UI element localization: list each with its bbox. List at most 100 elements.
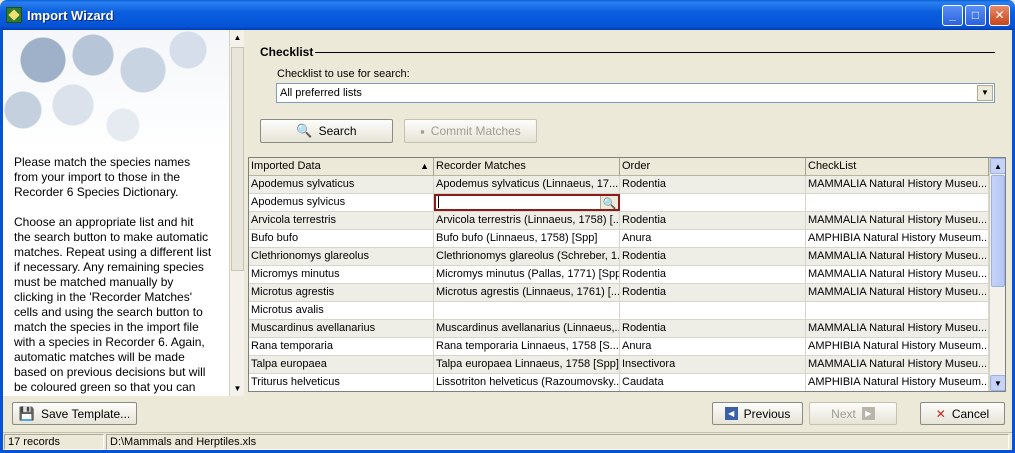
- window-title: Import Wizard: [27, 8, 114, 23]
- cancel-button[interactable]: ✕ Cancel: [920, 402, 1005, 425]
- cell-recorder-match[interactable]: Arvicola terrestris (Linnaeus, 1758) [..…: [434, 212, 620, 229]
- cell-order[interactable]: [620, 194, 806, 211]
- cell-recorder-match[interactable]: Rana temporaria Linnaeus, 1758 [S...: [434, 338, 620, 355]
- cell-checklist[interactable]: MAMMALIA Natural History Museu...: [806, 356, 989, 373]
- cell-checklist[interactable]: MAMMALIA Natural History Museu...: [806, 320, 989, 337]
- grid-scroll-down-icon[interactable]: ▼: [990, 375, 1005, 391]
- cell-checklist[interactable]: MAMMALIA Natural History Museu...: [806, 248, 989, 265]
- cell-checklist[interactable]: MAMMALIA Natural History Museu...: [806, 212, 989, 229]
- cell-imported-data[interactable]: Muscardinus avellanarius: [249, 320, 434, 337]
- column-header-order[interactable]: Order: [620, 158, 806, 176]
- cell-recorder-match[interactable]: Lissotriton helveticus (Razoumovsky...: [434, 374, 620, 391]
- cell-imported-data[interactable]: Micromys minutus: [249, 266, 434, 283]
- table-row[interactable]: Triturus helveticus Lissotriton helvetic…: [249, 374, 989, 391]
- status-bar: 17 records D:\Mammals and Herptiles.xls: [3, 432, 1012, 450]
- cell-order[interactable]: Caudata: [620, 374, 806, 391]
- cell-checklist[interactable]: MAMMALIA Natural History Museu...: [806, 266, 989, 283]
- cell-recorder-match[interactable]: Muscardinus avellanarius (Linnaeus,...: [434, 320, 620, 337]
- table-row[interactable]: Apodemus sylvicus 🔍: [249, 194, 989, 212]
- column-header-recorder-matches[interactable]: Recorder Matches: [434, 158, 620, 176]
- instructions-panel: Please match the species names from your…: [3, 30, 229, 396]
- cell-imported-data[interactable]: Microtus agrestis: [249, 284, 434, 301]
- column-header-checklist[interactable]: CheckList: [806, 158, 989, 176]
- cell-recorder-match[interactable]: Apodemus sylvaticus (Linnaeus, 17...: [434, 176, 620, 193]
- checklist-select[interactable]: All preferred lists ▼: [276, 83, 995, 103]
- cell-imported-data[interactable]: Rana temporaria: [249, 338, 434, 355]
- cell-recorder-match[interactable]: Bufo bufo (Linnaeus, 1758) [Spp]: [434, 230, 620, 247]
- search-button[interactable]: 🔍 Search: [260, 119, 393, 143]
- grid-scrollbar-thumb[interactable]: [991, 175, 1005, 287]
- cell-order[interactable]: Rodentia: [620, 284, 806, 301]
- cell-order[interactable]: Rodentia: [620, 176, 806, 193]
- cell-order[interactable]: Rodentia: [620, 248, 806, 265]
- species-match-grid[interactable]: Imported Data ▲ Recorder Matches Order C…: [248, 157, 1006, 392]
- scroll-up-arrow-icon[interactable]: ▲: [230, 30, 245, 45]
- cell-recorder-match[interactable]: Clethrionomys glareolus (Schreber, 1...: [434, 248, 620, 265]
- cell-imported-data[interactable]: Apodemus sylvicus: [249, 194, 434, 211]
- floppy-disk-icon: ▪: [420, 123, 425, 139]
- next-label: Next: [831, 406, 856, 421]
- cell-checklist[interactable]: AMPHIBIA Natural History Museum...: [806, 338, 989, 355]
- scroll-down-arrow-icon[interactable]: ▼: [230, 381, 245, 396]
- table-row[interactable]: Clethrionomys glareolus Clethrionomys gl…: [249, 248, 989, 266]
- arrow-right-icon: ▶: [861, 407, 875, 420]
- scrollbar-thumb[interactable]: [231, 47, 244, 271]
- table-row[interactable]: Microtus agrestis Microtus agrestis (Lin…: [249, 284, 989, 302]
- close-icon: ✕: [935, 406, 946, 421]
- previous-button[interactable]: ◀ Previous: [712, 402, 803, 425]
- cell-checklist[interactable]: MAMMALIA Natural History Museu...: [806, 284, 989, 301]
- cell-recorder-match[interactable]: [434, 302, 620, 319]
- save-template-button[interactable]: 💾 Save Template...: [12, 402, 137, 425]
- cell-order[interactable]: Anura: [620, 338, 806, 355]
- cell-order[interactable]: Insectivora: [620, 356, 806, 373]
- table-row[interactable]: Talpa europaea Talpa europaea Linnaeus, …: [249, 356, 989, 374]
- cell-recorder-match[interactable]: Talpa europaea Linnaeus, 1758 [Spp]: [434, 356, 620, 373]
- cell-checklist[interactable]: AMPHIBIA Natural History Museum...: [806, 374, 989, 391]
- cell-recorder-match-editor[interactable]: 🔍: [434, 194, 620, 211]
- table-row[interactable]: Bufo bufo Bufo bufo (Linnaeus, 1758) [Sp…: [249, 230, 989, 248]
- cell-imported-data[interactable]: Triturus helveticus: [249, 374, 434, 391]
- cell-recorder-match[interactable]: Micromys minutus (Pallas, 1771) [Spp]: [434, 266, 620, 283]
- instructions-scrollbar[interactable]: ▲ ▼: [229, 30, 244, 396]
- column-header-imported-data[interactable]: Imported Data ▲: [249, 158, 434, 176]
- instructions-paragraph: Choose an appropriate list and hit the s…: [14, 215, 212, 394]
- table-row[interactable]: Muscardinus avellanarius Muscardinus ave…: [249, 320, 989, 338]
- close-button[interactable]: ✕: [989, 5, 1010, 26]
- maximize-button[interactable]: □: [965, 5, 986, 26]
- grid-scrollbar[interactable]: ▲ ▼: [989, 158, 1005, 391]
- checklist-group-label: Checklist: [260, 45, 314, 59]
- cell-checklist[interactable]: AMPHIBIA Natural History Museum...: [806, 230, 989, 247]
- table-row[interactable]: Apodemus sylvaticus Apodemus sylvaticus …: [249, 176, 989, 194]
- checklist-selected-value: All preferred lists: [280, 87, 362, 99]
- cell-imported-data[interactable]: Clethrionomys glareolus: [249, 248, 434, 265]
- text-cursor: [438, 196, 439, 209]
- minimize-button[interactable]: _: [942, 5, 963, 26]
- table-row[interactable]: Rana temporaria Rana temporaria Linnaeus…: [249, 338, 989, 356]
- table-row[interactable]: Microtus avalis: [249, 302, 989, 320]
- table-row[interactable]: Arvicola terrestris Arvicola terrestris …: [249, 212, 989, 230]
- cell-checklist[interactable]: [806, 302, 989, 319]
- cell-checklist[interactable]: MAMMALIA Natural History Museu...: [806, 176, 989, 193]
- cell-checklist[interactable]: [806, 194, 989, 211]
- cell-imported-data[interactable]: Bufo bufo: [249, 230, 434, 247]
- cell-order[interactable]: Rodentia: [620, 266, 806, 283]
- cell-imported-data[interactable]: Apodemus sylvaticus: [249, 176, 434, 193]
- table-row[interactable]: Micromys minutus Micromys minutus (Palla…: [249, 266, 989, 284]
- cell-order[interactable]: [620, 302, 806, 319]
- cell-recorder-match[interactable]: Microtus agrestis (Linnaeus, 1761) [...: [434, 284, 620, 301]
- checklist-field-label: Checklist to use for search:: [277, 68, 410, 80]
- previous-label: Previous: [743, 406, 791, 421]
- cell-imported-data[interactable]: Talpa europaea: [249, 356, 434, 373]
- grid-header: Imported Data ▲ Recorder Matches Order C…: [249, 158, 989, 176]
- commit-matches-button[interactable]: ▪ Commit Matches: [404, 119, 537, 143]
- grid-scroll-up-icon[interactable]: ▲: [990, 158, 1005, 174]
- cell-order[interactable]: Rodentia: [620, 320, 806, 337]
- cell-search-icon[interactable]: 🔍: [600, 196, 618, 209]
- cell-order[interactable]: Rodentia: [620, 212, 806, 229]
- cell-imported-data[interactable]: Arvicola terrestris: [249, 212, 434, 229]
- cell-order[interactable]: Anura: [620, 230, 806, 247]
- cell-imported-data[interactable]: Microtus avalis: [249, 302, 434, 319]
- dropdown-arrow-icon[interactable]: ▼: [977, 85, 993, 101]
- app-icon: [6, 7, 22, 23]
- next-button[interactable]: Next ▶: [809, 402, 897, 425]
